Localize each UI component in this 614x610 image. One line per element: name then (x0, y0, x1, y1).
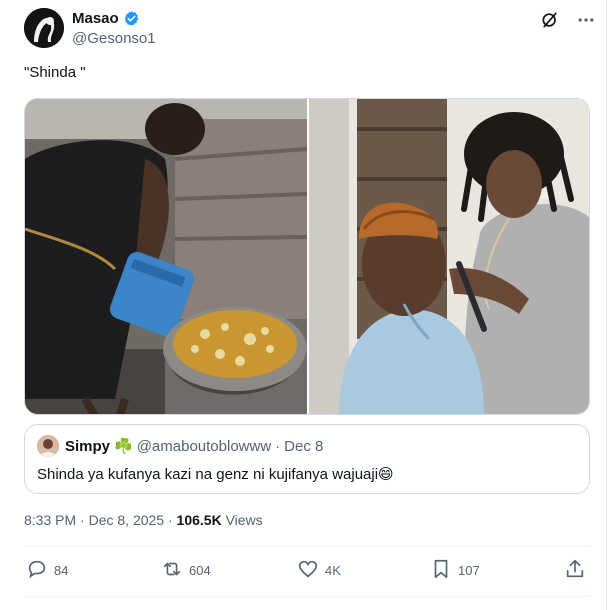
author-name-row: Masao (72, 10, 140, 27)
tweet-meta: 8:33 PM · Dec 8, 2025 · 106.5K Views (24, 512, 263, 528)
media-photo-cooking[interactable] (25, 99, 308, 414)
tweet-media[interactable] (24, 98, 590, 415)
bookmark-icon (430, 558, 452, 583)
reply-icon (26, 558, 48, 583)
quote-text-body: Shinda ya kufanya kazi na genz ni kujifa… (37, 466, 379, 483)
quote-date[interactable]: Dec 8 (284, 438, 323, 455)
meta-separator: · (80, 512, 85, 528)
page-edge (606, 0, 607, 610)
retweet-icon (161, 558, 183, 583)
author-name[interactable]: Masao (72, 10, 119, 27)
media-photo-haircut[interactable] (309, 99, 589, 414)
tweet-time[interactable]: 8:33 PM (24, 512, 76, 528)
author-avatar[interactable] (24, 8, 64, 48)
bookmark-count: 107 (458, 563, 480, 578)
divider-bottom (24, 596, 590, 597)
heart-icon (297, 558, 319, 583)
views-label: Views (225, 512, 263, 528)
meta-separator-2: · (167, 512, 173, 528)
divider-top (24, 546, 590, 547)
quote-header: Simpy ☘️ @amaboutoblowww · Dec 8 (65, 437, 323, 456)
retweet-button[interactable]: 604 (161, 558, 211, 583)
like-count: 4K (325, 563, 341, 578)
share-button[interactable] (564, 558, 586, 583)
like-button[interactable]: 4K (297, 558, 341, 583)
verified-badge-icon (123, 10, 140, 27)
tweet-actions: 84 604 4K 107 (24, 558, 590, 584)
quote-author-handle[interactable]: @amaboutoblowww (137, 438, 271, 455)
reply-count: 84 (54, 563, 69, 578)
retweet-count: 604 (189, 563, 211, 578)
reply-button[interactable]: 84 (26, 558, 68, 583)
grok-icon[interactable] (540, 10, 560, 30)
tweet-top-actions (540, 10, 596, 30)
quote-separator: · (275, 437, 281, 455)
share-icon (564, 558, 586, 583)
more-icon[interactable] (576, 10, 596, 30)
quote-author-avatar[interactable] (37, 435, 59, 457)
author-handle[interactable]: @Gesonso1 (72, 30, 156, 47)
bookmark-button[interactable]: 107 (430, 558, 480, 583)
shamrock-emoji: ☘️ (114, 438, 133, 455)
quote-text: Shinda ya kufanya kazi na genz ni kujifa… (37, 465, 394, 483)
tweet-date[interactable]: Dec 8, 2025 (89, 512, 165, 528)
quoted-tweet[interactable]: Simpy ☘️ @amaboutoblowww · Dec 8 Shinda … (24, 424, 590, 494)
grin-emoji: 😄 (378, 466, 394, 483)
quote-author-name[interactable]: Simpy (65, 438, 110, 455)
views-count: 106.5K (176, 512, 222, 528)
tweet-text: "Shinda " (24, 64, 86, 81)
